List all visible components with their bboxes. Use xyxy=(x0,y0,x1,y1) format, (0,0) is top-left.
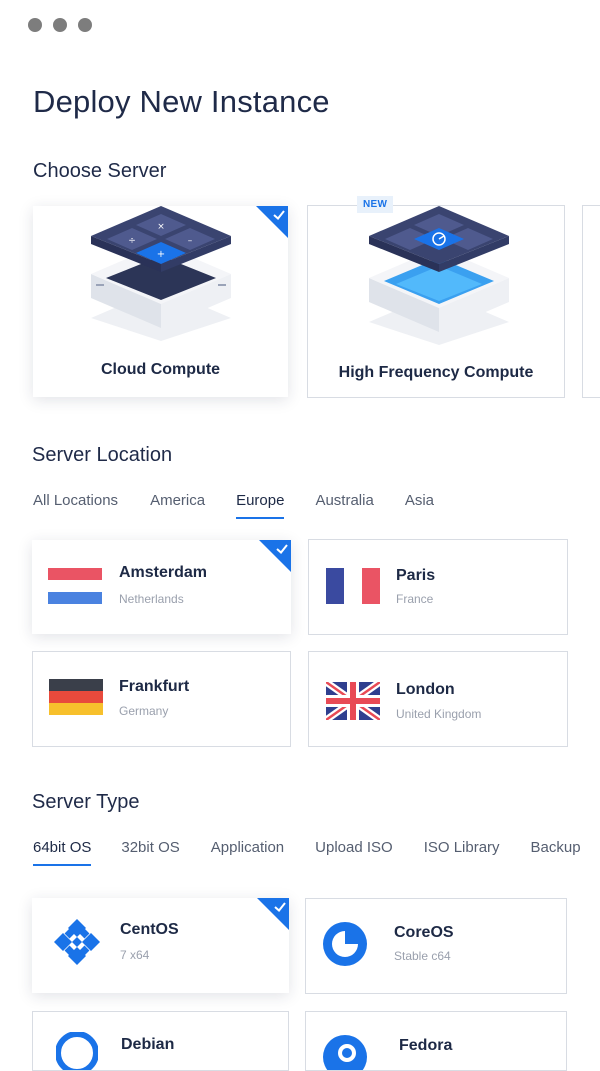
selected-check-icon xyxy=(259,540,291,572)
window-dot-close[interactable] xyxy=(28,18,42,32)
location-city: Amsterdam xyxy=(119,564,208,581)
page-title: Deploy New Instance xyxy=(33,84,330,119)
os-version: 7 x64 xyxy=(120,948,150,962)
tab-asia[interactable]: Asia xyxy=(405,492,434,519)
centos-icon xyxy=(54,919,100,965)
location-card-amsterdam[interactable]: Amsterdam Netherlands xyxy=(32,540,291,634)
uk-flag xyxy=(326,682,380,720)
os-name: CoreOS xyxy=(394,924,454,941)
server-card-cloud-compute[interactable]: × ÷ – + Cloud Compute xyxy=(33,206,288,397)
server-card-high-frequency[interactable]: High Frequency Compute xyxy=(307,205,565,398)
debian-icon xyxy=(56,1032,98,1070)
high-frequency-icon xyxy=(369,206,509,345)
cloud-compute-icon: × ÷ – + xyxy=(91,206,231,341)
selected-check-icon xyxy=(257,898,289,930)
location-city: London xyxy=(396,681,455,698)
location-country: Netherlands xyxy=(119,592,184,606)
tab-australia[interactable]: Australia xyxy=(315,492,373,519)
os-card-centos[interactable]: CentOS 7 x64 xyxy=(32,898,289,993)
france-flag xyxy=(326,568,380,604)
os-version: Stable c64 xyxy=(394,949,451,963)
location-city: Frankfurt xyxy=(119,678,190,695)
tab-32bit-os[interactable]: 32bit OS xyxy=(121,839,179,866)
location-country: Germany xyxy=(119,704,169,718)
server-type-heading: Server Type xyxy=(32,791,140,813)
os-card-fedora[interactable]: Fedora xyxy=(305,1011,567,1071)
server-location-heading: Server Location xyxy=(32,444,173,466)
tab-64bit-os[interactable]: 64bit OS xyxy=(33,839,92,866)
os-name: Debian xyxy=(121,1036,175,1053)
svg-text:+: + xyxy=(157,249,165,260)
tab-europe[interactable]: Europe xyxy=(236,492,285,519)
window-dot-maximize[interactable] xyxy=(78,18,92,32)
window-dot-minimize[interactable] xyxy=(53,18,67,32)
tab-america[interactable]: America xyxy=(150,492,205,519)
window-controls xyxy=(28,18,92,32)
os-name: Fedora xyxy=(399,1037,453,1054)
os-card-debian[interactable]: Debian xyxy=(32,1011,289,1071)
tab-all-locations[interactable]: All Locations xyxy=(33,492,118,519)
server-label: Cloud Compute xyxy=(100,361,221,378)
location-card-london[interactable]: London United Kingdom xyxy=(308,651,568,747)
tab-iso-library[interactable]: ISO Library xyxy=(424,839,500,866)
server-type-tabs: 64bit OS 32bit OS Application Upload ISO… xyxy=(33,839,600,866)
location-card-paris[interactable]: Paris France xyxy=(308,539,568,635)
server-card-partial[interactable] xyxy=(582,205,600,398)
tab-upload-iso[interactable]: Upload ISO xyxy=(315,839,393,866)
new-badge: NEW xyxy=(357,196,394,213)
coreos-icon xyxy=(323,922,367,966)
location-city: Paris xyxy=(396,567,436,584)
svg-text:÷: ÷ xyxy=(128,236,136,246)
os-card-coreos[interactable]: CoreOS Stable c64 xyxy=(305,898,567,994)
choose-server-heading: Choose Server xyxy=(33,160,167,182)
germany-flag xyxy=(49,679,103,715)
os-name: CentOS xyxy=(120,921,179,938)
server-label: High Frequency Compute xyxy=(338,364,534,381)
selected-check-icon xyxy=(256,206,288,238)
location-card-frankfurt[interactable]: Frankfurt Germany xyxy=(32,651,291,747)
tab-application[interactable]: Application xyxy=(211,839,284,866)
svg-text:–: – xyxy=(188,236,193,246)
location-tabs: All Locations America Europe Australia A… xyxy=(33,492,434,519)
tab-backup[interactable]: Backup xyxy=(531,839,581,866)
location-country: United Kingdom xyxy=(396,707,482,721)
location-country: France xyxy=(396,592,434,606)
svg-text:×: × xyxy=(157,222,165,232)
netherlands-flag xyxy=(48,568,102,604)
